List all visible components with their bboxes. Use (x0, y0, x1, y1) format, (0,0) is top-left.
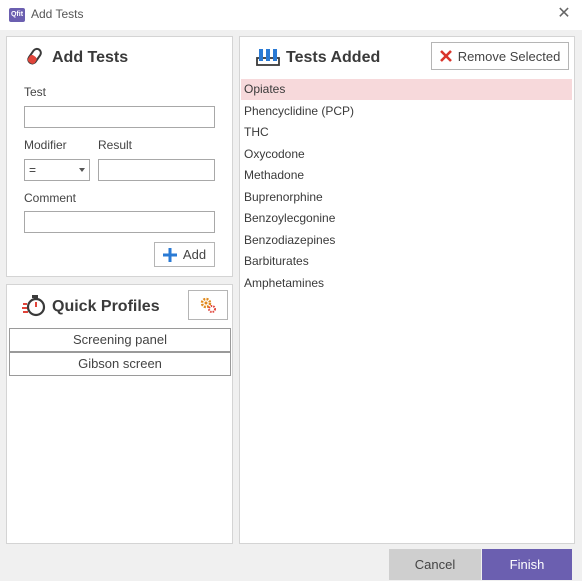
test-input[interactable] (24, 106, 215, 128)
test-row-amphetamines[interactable]: Amphetamines (241, 273, 572, 294)
test-row-barbiturates[interactable]: Barbiturates (241, 251, 572, 272)
profile-item-screening-panel[interactable]: Screening panel (9, 328, 231, 352)
test-row-oxycodone[interactable]: Oxycodone (241, 144, 572, 165)
modifier-value: = (29, 163, 37, 177)
remove-selected-label: Remove Selected (457, 48, 561, 64)
test-row-methadone[interactable]: Methadone (241, 165, 572, 186)
plus-icon (162, 247, 177, 262)
add-button[interactable]: Add (154, 242, 215, 267)
test-label: Test (24, 85, 47, 99)
quick-profiles-panel: Quick Profiles Screening panel Gibson sc… (6, 284, 233, 544)
test-row-pcp[interactable]: Phencyclidine (PCP) (241, 101, 572, 122)
test-row-thc[interactable]: THC (241, 122, 572, 143)
result-input[interactable] (98, 159, 215, 181)
modifier-label: Modifier (24, 138, 67, 152)
add-button-label: Add (182, 247, 207, 262)
quick-profiles-title: Quick Profiles (52, 298, 160, 315)
add-tests-title: Add Tests (52, 49, 129, 66)
test-rack-icon (256, 47, 280, 67)
x-icon (439, 50, 452, 62)
gears-icon (199, 296, 217, 314)
app-icon: Qfit (9, 8, 25, 22)
comment-input[interactable] (24, 211, 215, 233)
test-row-opiates[interactable]: Opiates (241, 79, 572, 100)
title-bar: Qfit Add Tests ✕ (0, 0, 582, 30)
window-title: Add Tests (31, 7, 84, 21)
comment-label: Comment (24, 191, 77, 205)
test-row-buprenorphine[interactable]: Buprenorphine (241, 187, 572, 208)
add-tests-panel: Add Tests Test Modifier Result = Comment… (6, 36, 233, 277)
stopwatch-icon (22, 295, 46, 317)
chevron-down-icon (79, 168, 85, 172)
test-tube-icon (23, 46, 45, 68)
cancel-button[interactable]: Cancel (389, 549, 481, 580)
finish-button[interactable]: Finish (482, 549, 572, 580)
test-row-benzoylecgonine[interactable]: Benzoylecgonine (241, 208, 572, 229)
profile-settings-button[interactable] (188, 290, 228, 320)
remove-selected-button[interactable]: Remove Selected (431, 42, 569, 70)
tests-added-title: Tests Added (286, 49, 381, 66)
close-icon[interactable]: ✕ (554, 4, 574, 24)
modifier-select[interactable]: = (24, 159, 90, 181)
profile-item-gibson-screen[interactable]: Gibson screen (9, 352, 231, 376)
test-row-benzodiazepines[interactable]: Benzodiazepines (241, 230, 572, 251)
result-label: Result (98, 138, 133, 152)
tests-added-panel: Tests Added Remove Selected Opiates Phen… (239, 36, 575, 544)
